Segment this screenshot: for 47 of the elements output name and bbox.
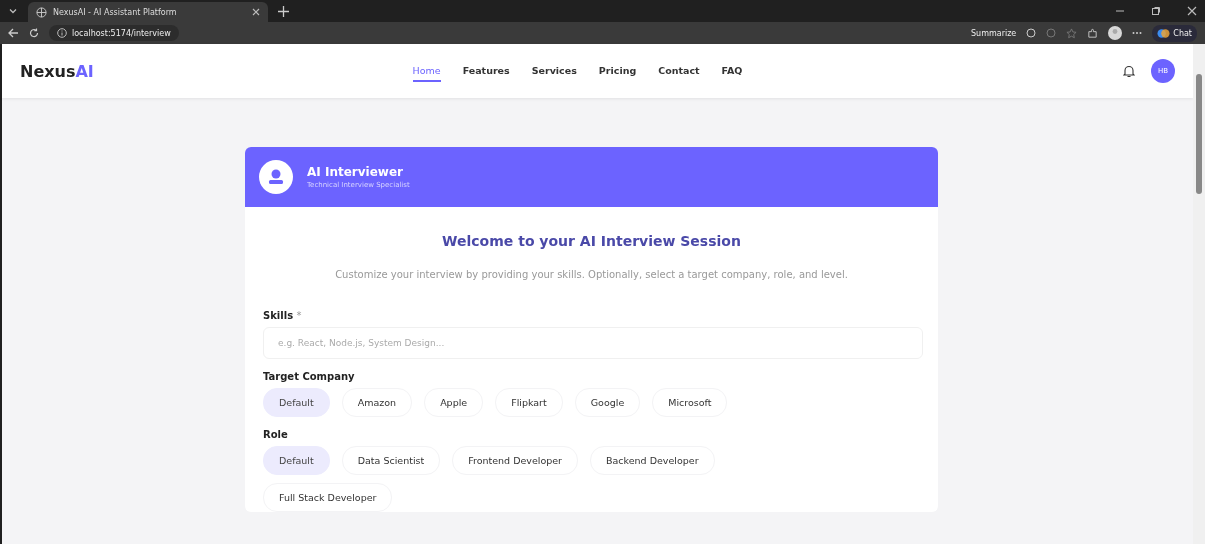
chat-button[interactable]: Chat [1152,24,1197,42]
copilot-icon [1157,26,1171,40]
option-chip[interactable]: Backend Developer [590,446,715,475]
nav-link[interactable]: FAQ [721,60,743,82]
more-icon[interactable] [1132,31,1143,35]
welcome-heading: Welcome to your AI Interview Session [441,233,742,249]
field-label: Skills * [263,310,303,321]
field-label: Role [263,429,289,440]
skills-input[interactable]: e.g. React, Node.js, System Design... [263,327,923,359]
option-chip[interactable]: Frontend Developer [452,446,579,475]
info-icon [57,28,67,38]
tab-list-icon[interactable] [8,6,18,16]
option-chip[interactable]: Full Stack Developer [263,483,393,512]
new-tab-icon[interactable] [278,5,289,17]
option-chip[interactable]: Data Scientist [341,446,441,475]
nav-link[interactable]: Features [462,60,510,82]
bell-icon[interactable] [1123,64,1135,78]
robot-icon [259,160,293,194]
option-chip[interactable]: Default [263,388,330,417]
refresh-icon[interactable] [29,28,39,38]
restore-icon[interactable] [1151,6,1161,16]
nav-link[interactable]: Pricing [598,60,637,82]
profile-icon[interactable] [1108,26,1123,40]
nav-link[interactable]: Home [412,60,441,82]
star-icon[interactable] [1066,27,1078,39]
back-icon[interactable] [8,28,19,38]
logo[interactable]: NexusAI [20,61,270,81]
summarize-button[interactable]: Summarize [971,28,1017,38]
nav-link[interactable]: Services [531,60,577,82]
browser-tab[interactable]: NexusAI - AI Assistant Platform [28,2,268,22]
intro-text: Customize your interview by providing your skills. Optionally, select a target company, role, and level. [334,268,849,282]
option-chip[interactable]: Default [263,446,330,475]
option-chip[interactable]: Apple [424,388,484,417]
card-title: AI Interviewer [307,165,404,179]
tab-title: NexusAI - AI Assistant Platform [53,7,178,17]
address-bar[interactable]: localhost:5174/interview [49,25,179,41]
option-chip[interactable]: Amazon [341,388,413,417]
option-chip[interactable]: Flipkart [495,388,563,417]
scrollbar[interactable] [1193,44,1205,544]
puzzle-icon[interactable] [1087,27,1099,39]
field-label: Target Company [263,371,356,382]
option-chip[interactable]: Microsoft [652,388,728,417]
option-chip[interactable]: Google [574,388,641,417]
close-icon[interactable] [252,8,260,16]
close-icon[interactable] [1187,6,1197,16]
globe-icon [36,6,47,18]
nav-link[interactable]: Contact [658,60,700,82]
